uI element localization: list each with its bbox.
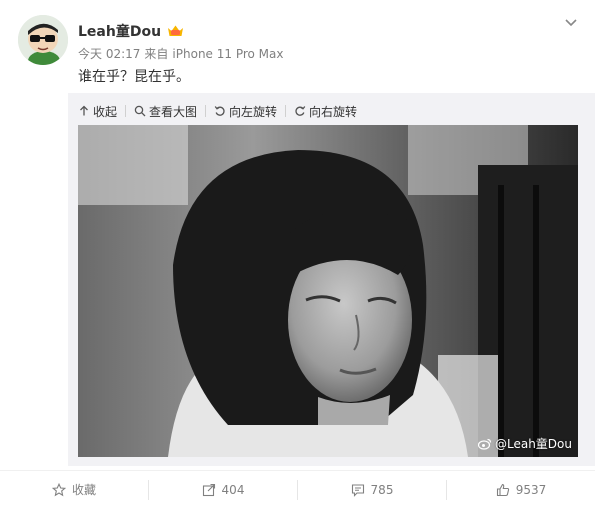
weibo-post: Leah童Dou 今天 02:17 来自 iPhone 11 Pro Max 谁在乎… [0,0,595,507]
collapse-button[interactable]: 收起 [78,103,125,120]
media-toolbar: 收起 查看大图 向左旋转 向右旋转 [78,101,365,121]
share-icon [202,483,215,496]
author-name[interactable]: Leah童Dou [78,21,161,41]
view-large-label: 查看大图 [149,104,198,119]
like-count: 9537 [515,482,547,497]
repost-button[interactable]: 404 [149,479,298,500]
source-prefix: 来自 [144,47,169,61]
rotate-right-label: 向右旋转 [309,104,358,119]
search-icon [134,105,146,117]
rotate-left-label: 向左旋转 [229,104,278,119]
post-photo[interactable]: @Leah童Dou [78,125,578,457]
comment-icon [351,483,364,497]
avatar-image [18,15,68,65]
favorite-button[interactable]: 收藏 [0,479,149,500]
photo-image [78,125,578,457]
star-icon [51,482,66,496]
arrow-up-icon [80,105,88,116]
action-bar: 收藏 404 785 9537 [0,470,595,508]
thumbs-up-icon [496,483,509,496]
watermark-text: @Leah童Dou [494,437,572,451]
comment-button[interactable]: 785 [298,479,447,500]
avatar[interactable] [18,15,68,65]
rotate-left-button[interactable]: 向左旋转 [206,103,285,120]
rotate-right-button[interactable]: 向右旋转 [286,103,365,120]
view-large-button[interactable]: 查看大图 [126,103,205,120]
post-text: 谁在乎？昆在乎。 [78,69,190,85]
weibo-logo-icon [477,438,492,450]
like-button[interactable]: 9537 [447,480,595,500]
rotate-right-icon [295,106,306,116]
vip-crown-icon[interactable] [167,24,184,38]
author-row: Leah童Dou [78,21,184,41]
favorite-label: 收藏 [71,483,96,497]
repost-count: 404 [221,482,245,497]
media-panel: 收起 查看大图 向左旋转 向右旋转 @Leah童Dou [68,93,595,466]
photo-watermark: @Leah童Dou [477,435,572,452]
post-source[interactable]: iPhone 11 Pro Max [172,47,283,61]
comment-count: 785 [370,482,394,497]
rotate-left-icon [214,106,225,116]
post-time[interactable]: 今天 02:17 [78,47,140,61]
post-meta: 今天 02:17 来自 iPhone 11 Pro Max [78,45,288,62]
chevron-down-icon[interactable] [563,14,579,30]
collapse-label: 收起 [93,104,118,119]
